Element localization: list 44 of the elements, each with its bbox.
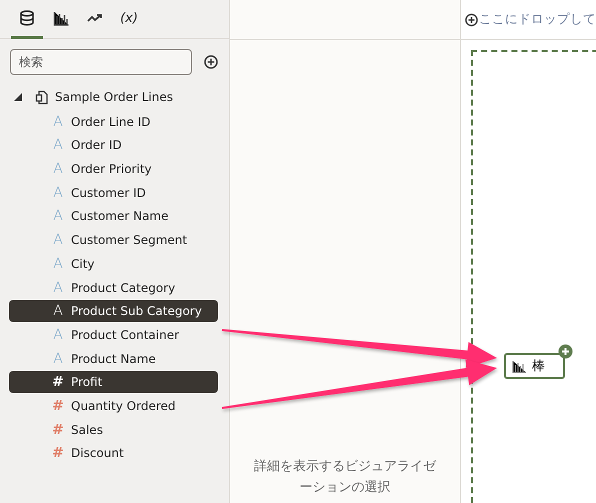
attribute-icon: A bbox=[51, 304, 65, 318]
attribute-icon: A bbox=[51, 280, 65, 294]
attribute-icon: A bbox=[51, 209, 65, 224]
hint-text: 詳細を表示するビジュアライゼーションの選択 bbox=[254, 458, 436, 497]
add-icon bbox=[465, 12, 478, 26]
measure-icon: # bbox=[51, 398, 65, 413]
bar-chart-icon bbox=[53, 10, 69, 26]
measure-icon: # bbox=[51, 446, 65, 460]
field-item[interactable]: A Product Container bbox=[9, 324, 218, 346]
visualization-chip[interactable]: 棒 bbox=[504, 353, 565, 379]
attribute-icon: A bbox=[51, 256, 65, 271]
bar-chart-icon bbox=[512, 360, 526, 372]
trend-line-icon bbox=[87, 12, 103, 24]
add-icon[interactable] bbox=[204, 55, 218, 69]
field-item[interactable]: A Customer Segment bbox=[9, 229, 218, 252]
field-item[interactable]: # Quantity Ordered bbox=[9, 394, 218, 417]
field-item[interactable]: A Customer ID bbox=[9, 182, 218, 204]
attribute-icon: A bbox=[51, 138, 65, 152]
attribute-icon: A bbox=[51, 328, 65, 342]
field-item[interactable]: A Order ID bbox=[9, 134, 218, 156]
field-item[interactable]: # Sales bbox=[9, 418, 218, 441]
field-item[interactable]: A Order Line ID bbox=[9, 110, 218, 133]
attribute-icon: A bbox=[51, 186, 65, 200]
search-field[interactable]: 検索 bbox=[10, 49, 192, 75]
field-item[interactable]: A Order Priority bbox=[9, 158, 218, 180]
field-item[interactable]: A City bbox=[9, 252, 218, 275]
attribute-icon: A bbox=[51, 233, 65, 248]
tab[interactable]: (x) bbox=[113, 0, 145, 39]
field-item[interactable]: # Profit bbox=[9, 371, 218, 394]
collapse-icon[interactable] bbox=[13, 92, 23, 102]
dataset-icon bbox=[35, 90, 49, 104]
attribute-icon: A bbox=[51, 352, 65, 366]
field-item[interactable]: # Discount bbox=[9, 442, 218, 464]
attribute-icon: A bbox=[51, 162, 65, 176]
measure-icon: # bbox=[51, 375, 65, 390]
dataset-name[interactable]: Sample Order Lines bbox=[55, 90, 173, 104]
field-item[interactable]: A Product Name bbox=[9, 348, 218, 370]
measure-icon: # bbox=[51, 422, 65, 437]
field-item[interactable]: A Product Category bbox=[9, 276, 218, 298]
database-icon bbox=[19, 10, 35, 26]
field-item[interactable]: A Product Sub Category bbox=[9, 300, 218, 322]
field-item[interactable]: A Customer Name bbox=[9, 205, 218, 228]
attribute-icon: A bbox=[51, 114, 65, 129]
drop-hint: ここにドロップして bbox=[479, 11, 596, 28]
